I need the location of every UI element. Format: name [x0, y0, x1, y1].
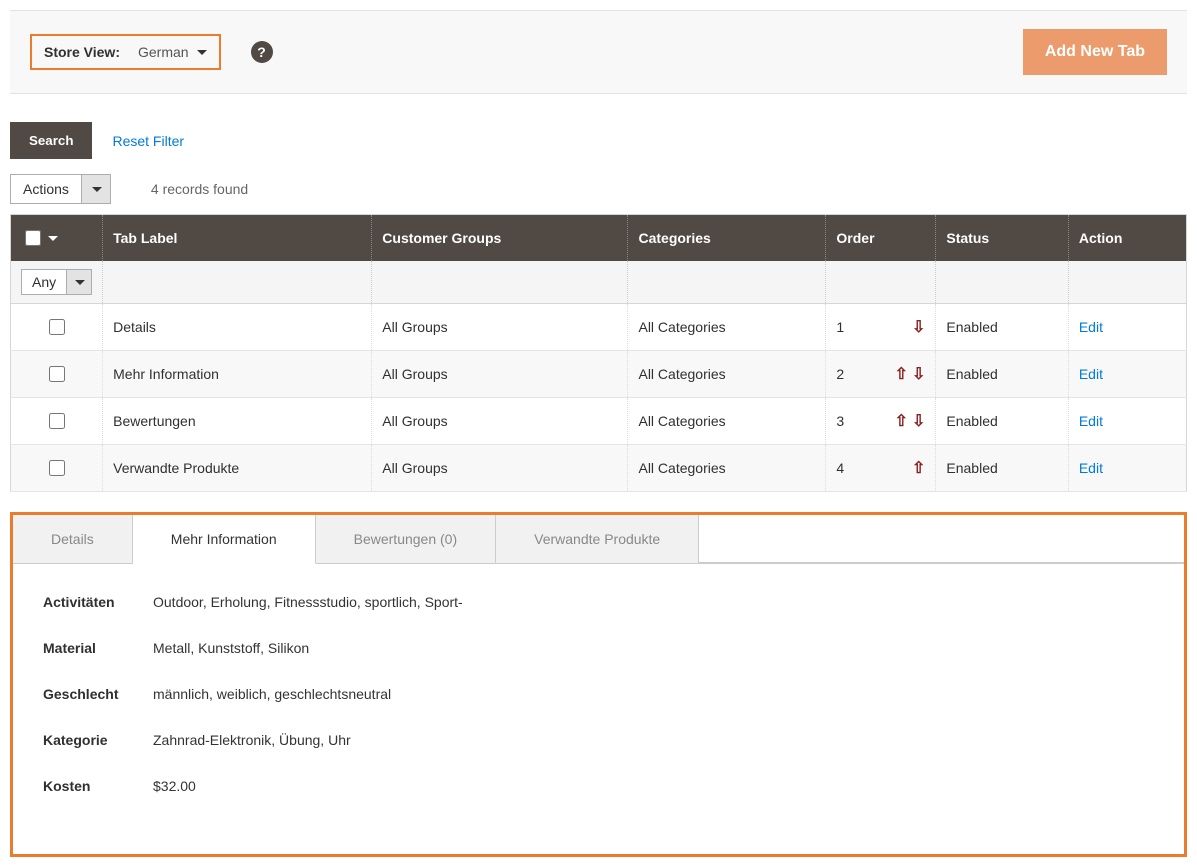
attribute-list: ActivitätenOutdoor, Erholung, Fitnessstu…	[13, 564, 1184, 794]
move-up-icon[interactable]: ⇧	[895, 364, 908, 384]
edit-link[interactable]: Edit	[1079, 319, 1103, 335]
reset-filter-link[interactable]: Reset Filter	[112, 133, 184, 149]
add-new-tab-button[interactable]: Add New Tab	[1023, 29, 1167, 75]
attribute-value: männlich, weiblich, geschlechtsneutral	[153, 686, 391, 702]
attribute-value: Metall, Kunststoff, Silikon	[153, 640, 309, 656]
mass-actions-label: Actions	[11, 175, 81, 203]
chevron-down-icon	[197, 50, 207, 55]
attribute-row: Geschlechtmännlich, weiblich, geschlecht…	[43, 686, 1154, 702]
edit-link[interactable]: Edit	[1079, 460, 1103, 476]
cell-categories: All Categories	[628, 304, 826, 351]
col-header-checkbox[interactable]	[11, 215, 103, 262]
actions-row: Actions 4 records found	[10, 174, 1187, 204]
chevron-down-icon	[81, 175, 110, 203]
edit-link[interactable]: Edit	[1079, 413, 1103, 429]
cell-order: 1	[836, 319, 844, 335]
attribute-row: ActivitätenOutdoor, Erholung, Fitnessstu…	[43, 594, 1154, 610]
cell-order: 2	[836, 366, 844, 382]
table-row[interactable]: BewertungenAll GroupsAll Categories 3 ⇧⇩ En…	[11, 398, 1187, 445]
mass-actions-dropdown[interactable]: Actions	[10, 174, 111, 204]
filter-row-inputs: Any	[11, 261, 1187, 304]
cell-categories: All Categories	[628, 398, 826, 445]
attribute-label: Material	[43, 640, 153, 656]
cell-tab-label: Details	[103, 304, 372, 351]
cell-tab-label: Bewertungen	[103, 398, 372, 445]
move-down-icon[interactable]: ⇩	[912, 411, 925, 431]
select-all-checkbox[interactable]	[25, 230, 41, 246]
chevron-down-icon	[66, 270, 91, 294]
col-header-tab-label[interactable]: Tab Label	[103, 215, 372, 262]
preview-tab[interactable]: Mehr Information	[133, 515, 316, 564]
col-header-order[interactable]: Order	[826, 215, 936, 262]
row-checkbox[interactable]	[49, 460, 65, 476]
cell-customer-groups: All Groups	[372, 445, 628, 492]
cell-categories: All Categories	[628, 445, 826, 492]
cell-order: 3	[836, 413, 844, 429]
records-found: 4 records found	[151, 181, 248, 197]
cell-customer-groups: All Groups	[372, 304, 628, 351]
preview-tab[interactable]: Bewertungen (0)	[316, 515, 497, 563]
table-row[interactable]: Verwandte ProdukteAll GroupsAll Categori…	[11, 445, 1187, 492]
cell-categories: All Categories	[628, 351, 826, 398]
filter-any-label: Any	[22, 270, 66, 294]
attribute-value: Outdoor, Erholung, Fitnessstudio, sportl…	[153, 594, 463, 610]
attribute-label: Activitäten	[43, 594, 153, 610]
col-header-categories[interactable]: Categories	[628, 215, 826, 262]
cell-customer-groups: All Groups	[372, 398, 628, 445]
col-header-status[interactable]: Status	[936, 215, 1068, 262]
row-checkbox[interactable]	[49, 413, 65, 429]
cell-status: Enabled	[936, 351, 1068, 398]
tabs-grid: Tab Label Customer Groups Categories Ord…	[10, 214, 1187, 492]
attribute-row: MaterialMetall, Kunststoff, Silikon	[43, 640, 1154, 656]
table-row[interactable]: Mehr InformationAll GroupsAll Categories…	[11, 351, 1187, 398]
cell-customer-groups: All Groups	[372, 351, 628, 398]
preview-tab[interactable]: Details	[13, 515, 133, 563]
move-down-icon[interactable]: ⇩	[912, 364, 925, 384]
edit-link[interactable]: Edit	[1079, 366, 1103, 382]
preview-tab[interactable]: Verwandte Produkte	[496, 515, 699, 563]
cell-tab-label: Verwandte Produkte	[103, 445, 372, 492]
preview-tabs: DetailsMehr InformationBewertungen (0)Ve…	[13, 515, 1184, 564]
table-row[interactable]: DetailsAll GroupsAll Categories 1 ⇩ Enabled…	[11, 304, 1187, 351]
attribute-label: Geschlecht	[43, 686, 153, 702]
attribute-row: KategorieZahnrad-Elektronik, Übung, Uhr	[43, 732, 1154, 748]
top-bar: Store View: German ? Add New Tab	[10, 10, 1187, 94]
preview-box: DetailsMehr InformationBewertungen (0)Ve…	[10, 512, 1187, 857]
store-view-switcher[interactable]: Store View: German	[30, 34, 221, 70]
store-view-label: Store View:	[44, 44, 120, 60]
cell-status: Enabled	[936, 398, 1068, 445]
attribute-label: Kategorie	[43, 732, 153, 748]
row-checkbox[interactable]	[49, 319, 65, 335]
cell-order: 4	[836, 460, 844, 476]
filter-any-dropdown[interactable]: Any	[21, 269, 92, 295]
col-header-customer-groups[interactable]: Customer Groups	[372, 215, 628, 262]
col-header-action: Action	[1068, 215, 1186, 262]
move-up-icon[interactable]: ⇧	[895, 411, 908, 431]
store-view-value: German	[138, 44, 189, 60]
filter-row: Search Reset Filter	[10, 122, 1187, 159]
cell-status: Enabled	[936, 445, 1068, 492]
row-checkbox[interactable]	[49, 366, 65, 382]
cell-tab-label: Mehr Information	[103, 351, 372, 398]
move-down-icon[interactable]: ⇩	[912, 317, 925, 337]
chevron-down-icon	[48, 236, 58, 241]
attribute-value: Zahnrad-Elektronik, Übung, Uhr	[153, 732, 351, 748]
attribute-label: Kosten	[43, 778, 153, 794]
move-up-icon[interactable]: ⇧	[912, 458, 925, 478]
help-icon[interactable]: ?	[251, 41, 273, 63]
search-button[interactable]: Search	[10, 122, 92, 159]
attribute-row: Kosten$32.00	[43, 778, 1154, 794]
attribute-value: $32.00	[153, 778, 196, 794]
cell-status: Enabled	[936, 304, 1068, 351]
